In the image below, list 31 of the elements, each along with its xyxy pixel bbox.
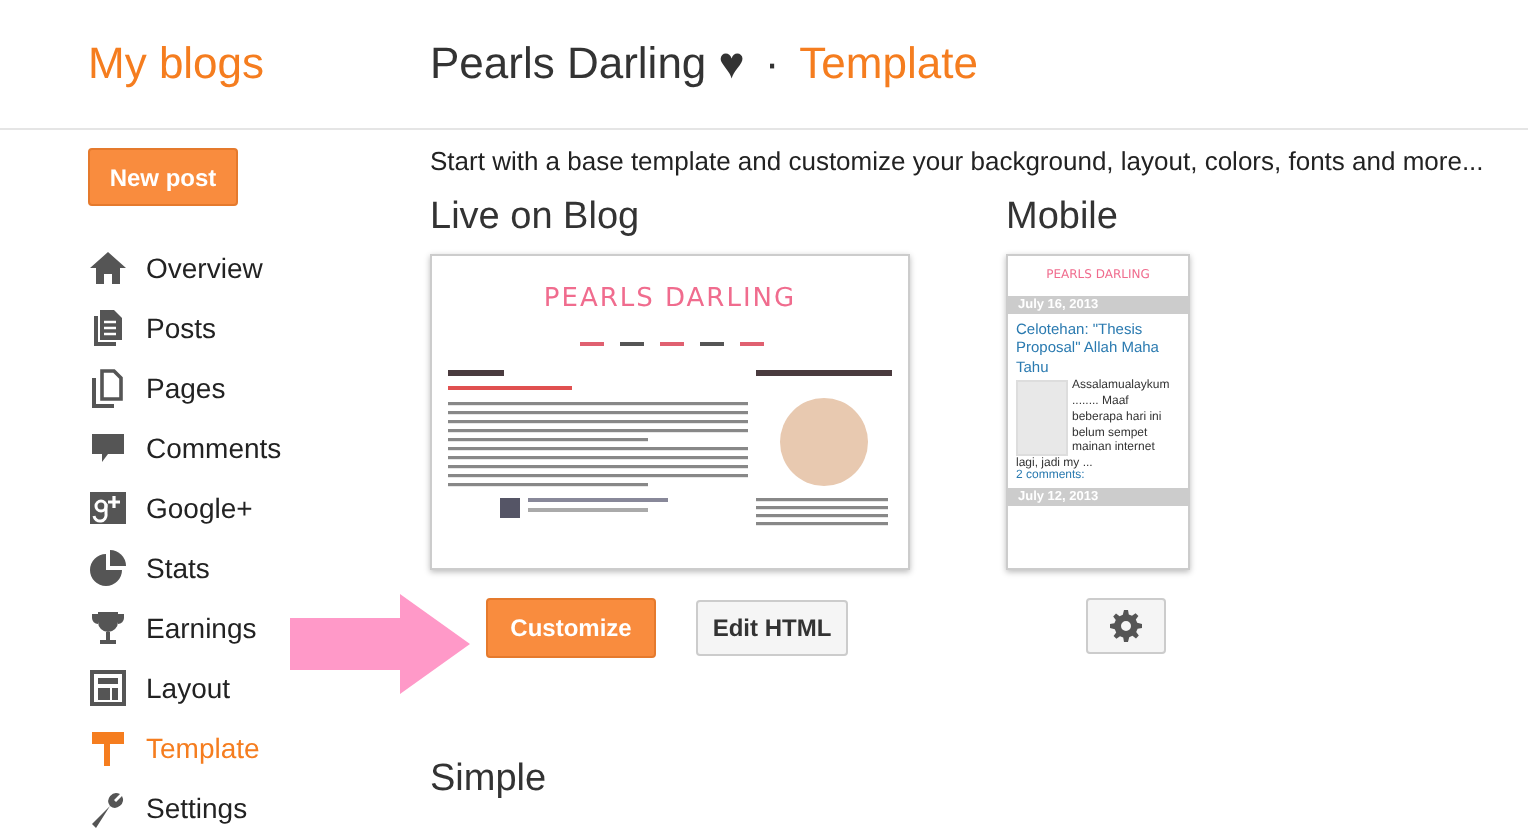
sidebar-item[interactable]: Earnings [88, 598, 257, 658]
section-heading: Mobile [1006, 196, 1120, 240]
sidebar-item[interactable]: Settings [88, 778, 248, 834]
posts-icon [88, 308, 128, 348]
intro-text: Start with a base template and customize your background, layout, colors, fonts and more... [430, 146, 1486, 176]
gplus-icon [88, 488, 128, 528]
sidebar-item[interactable]: Comments [88, 418, 282, 478]
preview-title: PEARLS DARLING [543, 284, 797, 314]
blog-name[interactable]: Pearls Darling ♥ [430, 38, 745, 90]
roller-icon [88, 728, 128, 768]
wrench-icon [88, 788, 128, 828]
trophy-icon [88, 608, 128, 648]
settings-button[interactable] [1086, 598, 1166, 654]
settings-icon [1110, 610, 1142, 642]
sidebar-item[interactable]: Overview [88, 238, 263, 298]
pages-icon [88, 368, 128, 408]
sidebar-item[interactable]: Pages [88, 358, 226, 418]
sidebar-item[interactable]: Google+ [88, 478, 253, 538]
sidebar-item[interactable]: Posts [88, 298, 217, 358]
home-icon [88, 248, 128, 288]
arrow-icon [290, 594, 470, 694]
thumbnail-placeholder [1016, 380, 1068, 457]
edit-html-button[interactable]: Edit HTML [696, 600, 848, 656]
stats-icon [88, 548, 128, 588]
layout-icon [88, 668, 128, 708]
section-heading: Live on Blog [430, 196, 642, 240]
sidebar-item[interactable]: Layout [88, 658, 231, 718]
page-title: Template [799, 38, 978, 90]
sidebar-item[interactable]: Stats [88, 538, 210, 598]
section-heading: Simple [430, 758, 549, 802]
title-separator: · [764, 38, 780, 90]
